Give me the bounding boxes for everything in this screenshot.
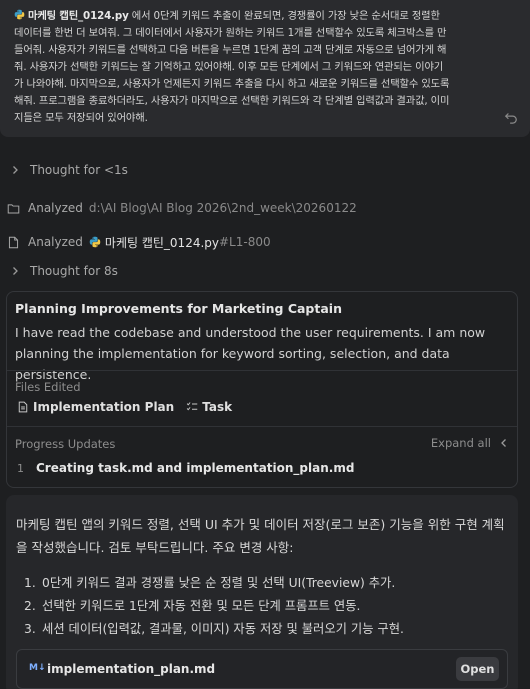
files-edited-label: Files Edited	[15, 380, 81, 394]
list-item: 1. 0단계 키워드 결과 경쟁률 낮은 순 정렬 및 선택 UI(Treevie…	[24, 576, 396, 590]
chevron-right-icon	[13, 166, 18, 174]
reply-intro: 마케팅 캡틴 앱의 키워드 정렬, 선택 UI 추가 및 데이터 저장(로그 보…	[16, 517, 505, 555]
user-message-line: 지들은 모두 저장되어 있어야해.	[14, 112, 148, 124]
python-file-icon	[89, 236, 101, 248]
analyzed-file-row[interactable]: Analyzed 마케팅 캡틴_0124.py #L1-800	[0, 233, 271, 251]
markdown-icon: M↓	[29, 663, 46, 673]
python-file-icon	[14, 9, 25, 20]
chevron-right-icon	[13, 267, 18, 275]
task-plan-card: Planning Improvements for Marketing Capt…	[6, 291, 518, 488]
divider	[7, 426, 517, 427]
user-message-file-ref[interactable]: 마케팅 캡틴_0124.py	[28, 10, 129, 22]
file-chip-task[interactable]: Task	[186, 400, 232, 414]
expand-all-button[interactable]: Expand all	[431, 436, 509, 450]
thought-row-2[interactable]: Thought for 8s	[0, 262, 118, 280]
artifact-name: implementation_plan.md	[47, 662, 216, 676]
file-chip-label: Implementation Plan	[33, 400, 175, 414]
user-message-line: 데이터를 한번 더 보여줘. 그 데이터에서 사용자가 원하는 키워드 1개를 …	[14, 27, 447, 39]
analyzed-file-name[interactable]: 마케팅 캡틴_0124.py	[105, 234, 219, 251]
user-message: 마케팅 캡틴_0124.py 에서 0단계 키워드 추출이 완료되면, 경쟁률이…	[0, 0, 530, 137]
progress-updates-label: Progress Updates	[15, 437, 116, 451]
divider	[7, 370, 517, 371]
analyzed-label: Analyzed	[28, 235, 83, 249]
analyzed-path[interactable]: d:\AI Blog\AI Blog 2026\2nd_week\2026012…	[89, 201, 357, 215]
analyzed-line-range: #L1-800	[219, 235, 271, 249]
list-item: 3. 세션 데이터(입력값, 결과물, 이미지) 자동 저장 및 불러오기 기능 …	[24, 622, 404, 636]
artifact-card[interactable]: M↓ implementation_plan.md Open	[16, 649, 508, 689]
checklist-icon	[186, 402, 198, 411]
thought-label: Thought for <1s	[30, 163, 128, 177]
list-item: 2. 선택한 키워드로 1단계 자동 전환 및 모든 단계 프롬프트 연동.	[24, 599, 361, 613]
folder-icon	[7, 203, 20, 213]
plan-title: Planning Improvements for Marketing Capt…	[15, 301, 342, 316]
user-message-line: 들어줘. 사용자가 키워드를 선택하고 다음 버튼을 누르면 1단계 꿈의 고객…	[14, 44, 447, 56]
undo-icon[interactable]	[504, 110, 518, 124]
chevron-left-icon	[501, 439, 506, 447]
expand-all-label: Expand all	[430, 436, 491, 450]
file-chip-implementation-plan[interactable]: Implementation Plan	[17, 400, 174, 414]
user-message-line: 에서 0단계 키워드 추출이 완료되면, 경쟁률이 가장 낮은 순서대로 정렬한	[131, 10, 440, 22]
file-icon	[8, 236, 19, 248]
analyzed-folder-row[interactable]: Analyzed d:\AI Blog\AI Blog 2026\2nd_wee…	[0, 199, 357, 217]
thought-row-1[interactable]: Thought for <1s	[0, 161, 128, 179]
open-button[interactable]: Open	[456, 657, 499, 681]
user-message-line: 줘. 사용자가 선택한 키워드는 잘 기억하고 있어야해. 이후 모든 단계에서…	[14, 61, 444, 73]
user-message-text: 마케팅 캡틴_0124.py 에서 0단계 키워드 추출이 완료되면, 경쟁률이…	[14, 8, 516, 127]
progress-item-number: 1	[17, 461, 24, 475]
user-message-line: 해줘. 프로그램을 종료하더라도, 사용자가 마지막으로 선택한 키워드와 각 …	[14, 95, 450, 107]
plan-description: I have read the codebase and understood …	[15, 325, 486, 382]
analyzed-label: Analyzed	[28, 201, 83, 215]
progress-item: 1 Creating task.md and implementation_pl…	[17, 461, 354, 475]
user-message-line: 가 나와야해. 마지막으로, 사용자가 언제든지 키워드 추출을 다시 하고 새…	[14, 78, 450, 90]
file-chip-label: Task	[202, 400, 233, 414]
assistant-reply: 마케팅 캡틴 앱의 키워드 정렬, 선택 UI 추가 및 데이터 저장(로그 보…	[6, 495, 518, 689]
thought-label: Thought for 8s	[30, 264, 118, 278]
progress-item-text: Creating task.md and implementation_plan…	[36, 461, 355, 475]
files-edited-list: Implementation Plan Task	[17, 400, 244, 414]
document-icon	[18, 401, 28, 413]
reply-change-list: 1. 0단계 키워드 결과 경쟁률 낮은 순 정렬 및 선택 UI(Treevie…	[24, 572, 404, 641]
